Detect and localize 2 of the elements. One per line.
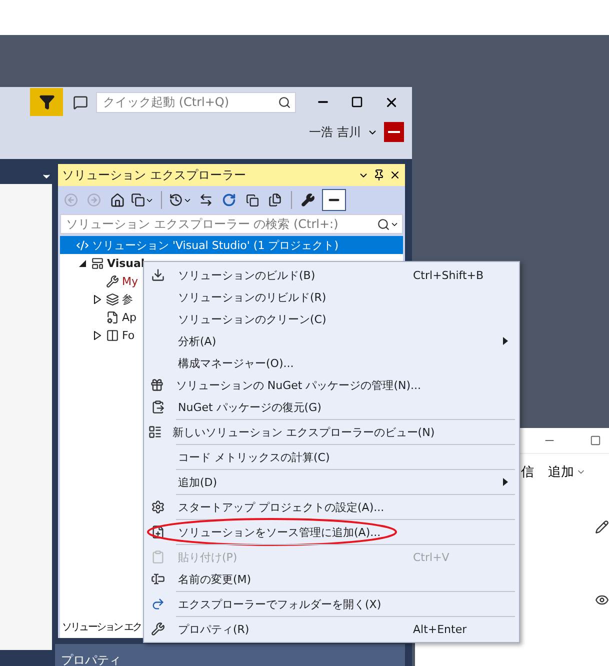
panel-title: ソリューション エクスプローラー	[62, 166, 247, 184]
panel-title: プロパティ	[61, 654, 122, 666]
